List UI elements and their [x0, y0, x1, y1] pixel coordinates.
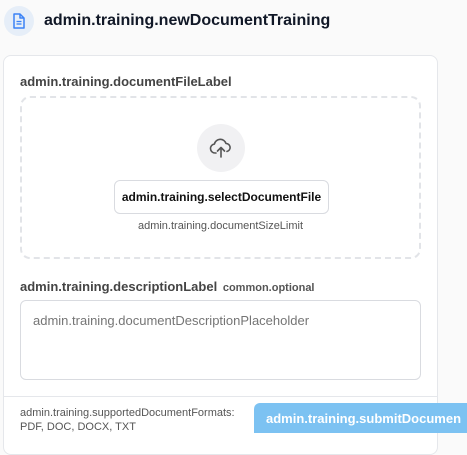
submit-document-button[interactable]: admin.training.submitDocumen	[254, 403, 467, 433]
page-header: admin.training.newDocumentTraining	[0, 0, 467, 44]
supported-formats-value: PDF, DOC, DOCX, TXT	[20, 421, 136, 433]
description-label: admin.training.descriptionLabel common.o…	[20, 279, 315, 294]
select-document-file-button[interactable]: admin.training.selectDocumentFile	[114, 180, 329, 214]
document-size-limit-text: admin.training.documentSizeLimit	[137, 220, 304, 232]
cloud-upload-icon	[197, 124, 245, 172]
footer-divider	[4, 396, 437, 397]
supported-formats: admin.training.supportedDocumentFormats:…	[20, 406, 235, 434]
supported-formats-label: admin.training.supportedDocumentFormats:	[20, 407, 235, 419]
description-label-text: admin.training.descriptionLabel	[20, 279, 218, 294]
description-textarea[interactable]	[20, 300, 421, 380]
form-card: admin.training.documentFileLabel admin.t…	[3, 55, 438, 455]
document-file-label: admin.training.documentFileLabel	[20, 74, 232, 89]
document-icon	[4, 6, 34, 36]
optional-tag: common.optional	[222, 282, 315, 294]
page-title: admin.training.newDocumentTraining	[44, 12, 331, 29]
file-dropzone[interactable]: admin.training.selectDocumentFile admin.…	[20, 96, 421, 259]
